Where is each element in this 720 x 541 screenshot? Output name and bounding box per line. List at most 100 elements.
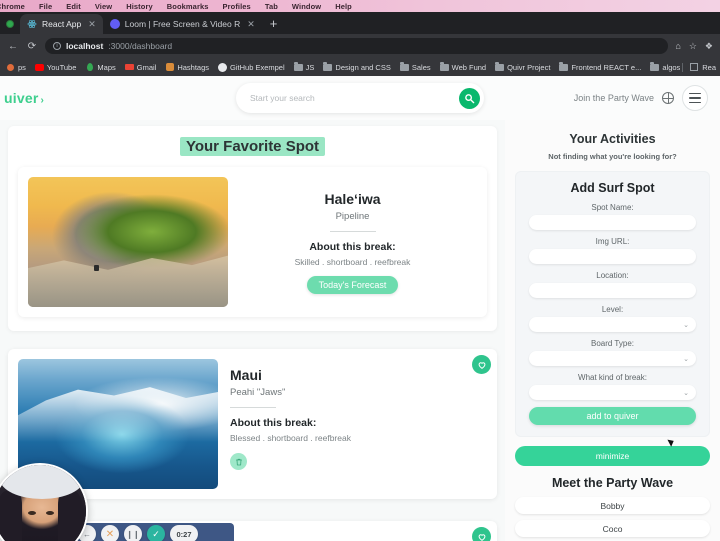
os-menu-item-edit[interactable]: Edit: [66, 2, 81, 11]
react-icon: [27, 19, 37, 29]
globe-icon[interactable]: [662, 92, 674, 104]
os-menu-item-chrome[interactable]: Chrome: [0, 2, 25, 11]
os-menu-item-view[interactable]: View: [95, 2, 112, 11]
favorite-spot-panel: Your Favorite Spot Haleʻiwa Pipeline Abo…: [8, 126, 497, 331]
header-actions: Join the Party Wave: [574, 85, 708, 111]
back-icon[interactable]: ←: [7, 41, 19, 52]
bookmark-label: Quivr Project: [507, 63, 550, 72]
break-type-select[interactable]: ⌄: [529, 385, 696, 400]
os-menu-item-tab[interactable]: Tab: [265, 2, 278, 11]
heart-icon[interactable]: [472, 527, 491, 541]
pause-icon[interactable]: ❙❙: [124, 525, 142, 541]
youtube-icon: [35, 63, 44, 72]
bookmark-folder-frontend-react[interactable]: Frontend REACT e...: [559, 63, 641, 72]
tab-close-icon[interactable]: ✕: [88, 19, 96, 30]
spot-card-haleiwa[interactable]: Haleʻiwa Pipeline About this break: Skil…: [18, 167, 487, 317]
cursor-pointer-icon: [667, 437, 675, 446]
bookmarks-bar: ps YouTube Maps Gmail Hashtags GitHub Ex…: [0, 58, 720, 76]
todays-forecast-button[interactable]: Today's Forecast: [307, 276, 399, 294]
tab-label: Loom | Free Screen & Video R: [125, 19, 240, 29]
share-icon[interactable]: ⌂: [675, 41, 680, 51]
minimize-label: minimize: [596, 451, 630, 461]
loom-icon: [110, 19, 120, 29]
img-url-input[interactable]: [529, 249, 696, 264]
site-info-icon[interactable]: i: [53, 42, 61, 50]
reload-icon[interactable]: ⟳: [26, 41, 38, 52]
bookmark-folder-web-fund[interactable]: Web Fund: [440, 63, 486, 72]
url-host: localhost: [66, 41, 103, 51]
avatar: [0, 465, 86, 541]
search-icon[interactable]: [459, 88, 480, 109]
tab-loom[interactable]: Loom | Free Screen & Video R ✕: [103, 14, 262, 34]
spots-column: Your Favorite Spot Haleʻiwa Pipeline Abo…: [0, 120, 505, 541]
bookmark-youtube[interactable]: YouTube: [35, 63, 76, 72]
bookmark-folder-algos[interactable]: algos: [650, 63, 680, 72]
search-bar[interactable]: Start your search: [236, 83, 484, 113]
folder-icon: [323, 63, 332, 72]
os-menu-item-history[interactable]: History: [126, 2, 153, 11]
level-select[interactable]: ⌄: [529, 317, 696, 332]
recording-timer: 0:27: [170, 525, 198, 541]
board-type-select[interactable]: ⌄: [529, 351, 696, 366]
folder-icon: [400, 63, 409, 72]
bookmark-label: Hashtags: [177, 63, 209, 72]
browser-toolbar: ← ⟳ i localhost:3000/dashboard ⌂ ☆ ❖: [0, 34, 720, 58]
search-input[interactable]: Start your search: [250, 93, 459, 103]
recorder-toolbar: ← ✕ ❙❙ ✓ 0:27: [74, 523, 234, 541]
bookmark-label: algos: [662, 63, 680, 72]
bookmark-label: Web Fund: [452, 63, 486, 72]
bookmark-maps[interactable]: Maps: [85, 63, 115, 72]
minimize-button[interactable]: minimize: [515, 446, 710, 466]
github-icon: [218, 63, 227, 72]
chevron-down-icon: ⌄: [683, 355, 689, 363]
hamburger-icon[interactable]: [682, 85, 708, 111]
party-wave-title: Meet the Party Wave: [515, 476, 710, 490]
finish-check-icon[interactable]: ✓: [147, 525, 165, 541]
bookmark-label: Design and CSS: [335, 63, 390, 72]
reading-list-button[interactable]: Rea: [682, 63, 716, 72]
heart-icon[interactable]: [472, 355, 491, 374]
new-tab-button[interactable]: +: [262, 17, 286, 34]
add-to-quiver-button[interactable]: add to quiver: [529, 407, 696, 425]
main-content: Your Favorite Spot Haleʻiwa Pipeline Abo…: [0, 120, 720, 541]
sidebar-subtitle: Not finding what you're looking for?: [515, 152, 710, 161]
party-wave-member[interactable]: Bobby: [515, 497, 710, 514]
bookmark-star-icon[interactable]: ☆: [689, 41, 697, 52]
bookmark-github[interactable]: GitHub Exempel: [218, 63, 285, 72]
page-title: Your Favorite Spot: [18, 138, 487, 155]
spot-name-input[interactable]: [529, 215, 696, 230]
bookmark-label: Sales: [412, 63, 431, 72]
bookmark-label: Gmail: [137, 63, 157, 72]
webcam-bubble[interactable]: [0, 463, 88, 541]
location-input[interactable]: [529, 283, 696, 298]
trash-icon[interactable]: [230, 453, 247, 470]
spot-image: [28, 177, 228, 307]
tab-react-app[interactable]: React App ✕: [20, 14, 103, 34]
bookmark-label: ps: [18, 63, 26, 72]
join-party-wave-link[interactable]: Join the Party Wave: [574, 93, 654, 103]
folder-icon: [294, 63, 303, 72]
hashtags-icon: [165, 63, 174, 72]
os-menu-item-profiles[interactable]: Profiles: [223, 2, 251, 11]
extensions-puzzle-icon[interactable]: ❖: [705, 41, 713, 52]
bookmark-folder-design-and-css[interactable]: Design and CSS: [323, 63, 390, 72]
party-wave-member[interactable]: Coco: [515, 520, 710, 537]
os-menu-item-file[interactable]: File: [39, 2, 52, 11]
os-menu-item-help[interactable]: Help: [335, 2, 352, 11]
bookmark-hashtags[interactable]: Hashtags: [165, 63, 209, 72]
spot-details: Maui Peahi "Jaws" About this break: Bles…: [218, 359, 487, 489]
divider: [330, 231, 376, 232]
tab-close-icon[interactable]: ✕: [247, 19, 255, 30]
app-header: uiver› Start your search Join the Party …: [0, 76, 720, 120]
address-bar[interactable]: i localhost:3000/dashboard: [45, 38, 668, 54]
bookmark-folder-js[interactable]: JS: [294, 63, 315, 72]
bookmark-folder-sales[interactable]: Sales: [400, 63, 431, 72]
os-menu-item-window[interactable]: Window: [292, 2, 321, 11]
brand-logo[interactable]: uiver›: [4, 90, 44, 106]
bookmark-folder-quivr-project[interactable]: Quivr Project: [495, 63, 550, 72]
cancel-icon[interactable]: ✕: [101, 525, 119, 541]
bookmark-ps[interactable]: ps: [6, 63, 26, 72]
os-menu-item-bookmarks[interactable]: Bookmarks: [167, 2, 209, 11]
bookmark-gmail[interactable]: Gmail: [125, 63, 157, 72]
sidebar-title: Your Activities: [515, 132, 710, 146]
